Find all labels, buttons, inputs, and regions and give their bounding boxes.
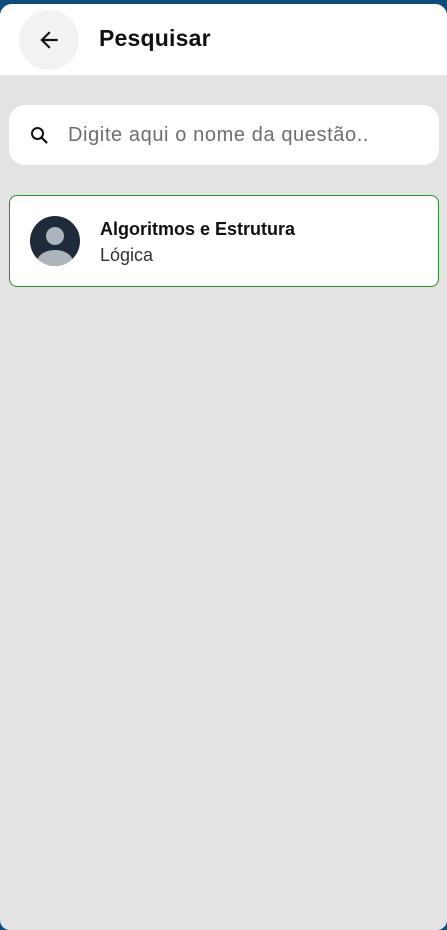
result-title: Algoritmos e Estrutura	[100, 219, 296, 239]
page-title: Pesquisar	[99, 25, 211, 51]
arrow-left-icon	[36, 27, 62, 53]
app-header: Pesquisar	[0, 4, 447, 75]
search-bar[interactable]	[9, 105, 439, 165]
search-input[interactable]	[68, 115, 423, 155]
back-button[interactable]	[19, 10, 79, 70]
search-icon	[30, 126, 48, 144]
result-card[interactable]: Algoritmos e Estrutura Lógica	[9, 195, 439, 287]
app-screen: Pesquisar Algoritmos e Estrutura Lógica	[0, 4, 447, 930]
user-avatar-icon	[30, 216, 80, 266]
result-subtitle: Lógica	[100, 245, 154, 265]
